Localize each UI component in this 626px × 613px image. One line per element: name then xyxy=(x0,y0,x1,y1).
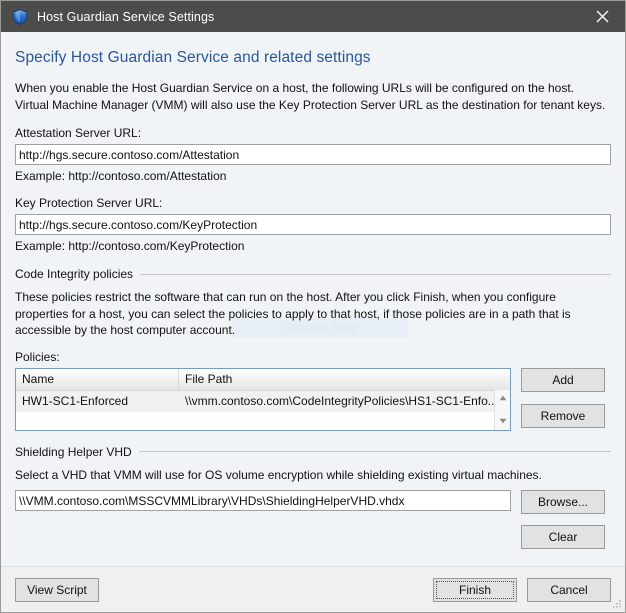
column-header-name[interactable]: Name xyxy=(16,368,179,390)
footer-actions: Finish Cancel xyxy=(433,577,611,602)
table-vertical-scrollbar[interactable] xyxy=(494,389,510,430)
policies-buttons: Add Remove xyxy=(521,367,605,428)
intro-line-1: When you enable the Host Guardian Servic… xyxy=(15,81,574,95)
host-guardian-settings-dialog: Host Guardian Service Settings Window Sn… xyxy=(0,0,626,613)
table-row[interactable]: HW1-SC1-Enforced \\vmm.contoso.com\CodeI… xyxy=(16,390,510,412)
attestation-url-example: Example: http://contoso.com/Attestation xyxy=(15,169,227,183)
shielding-group-header: Shielding Helper VHD xyxy=(15,445,611,459)
close-icon[interactable] xyxy=(579,1,625,32)
cancel-button[interactable]: Cancel xyxy=(527,577,611,602)
clear-button[interactable]: Clear xyxy=(521,525,605,549)
shielding-group-label: Shielding Helper VHD xyxy=(15,444,132,459)
title-bar: Host Guardian Service Settings xyxy=(1,1,625,32)
policies-table[interactable]: Name File Path HW1-SC1-Enforced \\vmm.co… xyxy=(15,367,511,431)
resize-grip-icon[interactable] xyxy=(610,598,622,610)
policies-section: Name File Path HW1-SC1-Enforced \\vmm.co… xyxy=(15,367,611,431)
remove-policy-button[interactable]: Remove xyxy=(521,403,605,428)
attestation-url-input[interactable] xyxy=(15,144,611,165)
ci-desc-line-1: These policies restrict the software tha… xyxy=(15,290,556,304)
view-script-button[interactable]: View Script xyxy=(15,577,99,602)
finish-button[interactable]: Finish xyxy=(433,577,517,602)
shielding-vhd-path-input[interactable] xyxy=(15,490,511,511)
policies-label: Policies: xyxy=(15,349,60,364)
key-protection-url-example: Example: http://contoso.com/KeyProtectio… xyxy=(15,239,245,253)
page-title: Specify Host Guardian Service and relate… xyxy=(15,49,371,66)
window-title: Host Guardian Service Settings xyxy=(37,9,215,24)
cell-name: HW1-SC1-Enforced xyxy=(22,394,129,408)
table-row-empty[interactable] xyxy=(16,411,510,430)
scroll-up-arrow-icon[interactable] xyxy=(495,390,510,407)
code-integrity-group-header: Code Integrity policies xyxy=(15,267,611,281)
browse-button[interactable]: Browse... xyxy=(521,490,605,514)
shielding-description: Select a VHD that VMM will use for OS vo… xyxy=(15,467,611,484)
shielding-desc-line: Select a VHD that VMM will use for OS vo… xyxy=(15,467,542,482)
code-integrity-description: These policies restrict the software tha… xyxy=(15,289,611,339)
code-integrity-group-label: Code Integrity policies xyxy=(15,267,134,281)
key-protection-url-input[interactable] xyxy=(15,214,611,235)
attestation-url-label: Attestation Server URL: xyxy=(15,126,142,140)
cell-file-path: \\vmm.contoso.com\CodeIntegrityPolicies\… xyxy=(185,394,498,408)
add-policy-button[interactable]: Add xyxy=(521,367,605,392)
shield-icon xyxy=(13,8,27,25)
group-divider xyxy=(140,273,611,275)
dialog-footer: View Script Finish Cancel xyxy=(1,566,625,612)
ci-desc-line-3: accessible by the host computer account. xyxy=(15,323,236,337)
ci-desc-line-2: properties for a host, you can select th… xyxy=(15,306,571,321)
shielding-buttons: Browse... Clear xyxy=(521,490,605,549)
group-divider xyxy=(138,451,611,452)
table-header-row: Name File Path xyxy=(16,368,510,391)
table-body: HW1-SC1-Enforced \\vmm.contoso.com\CodeI… xyxy=(16,390,510,430)
intro-line-2: Virtual Machine Manager (VMM) will also … xyxy=(15,97,606,112)
column-header-file-path[interactable]: File Path xyxy=(179,369,510,390)
shielding-vhd-row: Browse... Clear xyxy=(15,490,611,549)
key-protection-url-label: Key Protection Server URL: xyxy=(15,196,163,210)
scroll-down-arrow-icon[interactable] xyxy=(495,413,510,430)
intro-text: When you enable the Host Guardian Servic… xyxy=(15,80,611,113)
dialog-body: Window Snip Specify Host Guardian Servic… xyxy=(1,32,625,566)
